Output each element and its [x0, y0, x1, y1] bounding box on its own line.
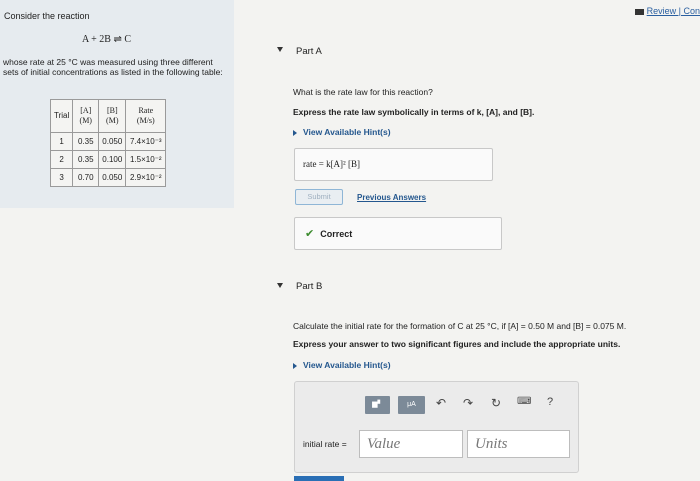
- part-b-question: Calculate the initial rate for the forma…: [293, 321, 627, 331]
- problem-intro: Consider the reaction: [4, 11, 90, 21]
- review-label: Review | Con: [646, 6, 700, 16]
- cell-a: 0.70: [72, 168, 100, 187]
- units-button[interactable]: μA: [398, 396, 425, 414]
- part-a-title[interactable]: Part A: [296, 46, 322, 57]
- part-b-instruction: Express your answer to two significant f…: [293, 339, 621, 349]
- undo-icon[interactable]: ↶: [436, 396, 446, 410]
- table-row: 3 0.70 0.050 2.9×10⁻²: [49, 168, 167, 187]
- help-icon[interactable]: ?: [547, 396, 553, 408]
- cell-b: 0.100: [98, 150, 127, 169]
- header-b: [B] (M): [98, 99, 127, 133]
- value-input[interactable]: Value: [359, 430, 463, 458]
- cell-a: 0.35: [72, 132, 100, 151]
- feedback-box: ✔ Correct: [294, 217, 502, 250]
- review-link[interactable]: Review | Con: [634, 6, 700, 16]
- table-row: 1 0.35 0.050 7.4×10⁻³: [49, 132, 167, 151]
- collapse-part-a-icon[interactable]: [277, 47, 283, 52]
- header-rate: Rate (M/s): [125, 99, 167, 133]
- review-icon: [634, 8, 644, 15]
- templates-button[interactable]: ▆▘: [365, 396, 390, 414]
- hint-label: View Available Hint(s): [303, 360, 391, 370]
- cell-b: 0.050: [98, 132, 127, 151]
- expand-hint-icon: [293, 129, 297, 136]
- collapse-part-b-icon[interactable]: [277, 283, 283, 288]
- hint-label: View Available Hint(s): [303, 127, 391, 137]
- part-a-instruction: Express the rate law symbolically in ter…: [293, 107, 535, 117]
- part-a-question: What is the rate law for this reaction?: [293, 87, 433, 97]
- cell-rate: 7.4×10⁻³: [125, 132, 167, 151]
- cell-trial: 1: [49, 132, 74, 151]
- header-trial: Trial: [49, 99, 74, 133]
- reset-icon[interactable]: ↻: [491, 396, 501, 410]
- part-a-answer: rate = k[A]² [B]: [303, 159, 361, 169]
- part-a-answer-box: rate = k[A]² [B]: [294, 148, 493, 181]
- cell-trial: 2: [49, 150, 74, 169]
- cell-trial: 3: [49, 168, 74, 187]
- cell-rate: 1.5×10⁻²: [125, 150, 167, 169]
- expand-hint-icon: [293, 362, 297, 369]
- previous-answers-link[interactable]: Previous Answers: [357, 193, 426, 202]
- problem-description: whose rate at 25 °C was measured using t…: [3, 57, 223, 77]
- part-a-hints-link[interactable]: View Available Hint(s): [293, 127, 391, 137]
- submit-button[interactable]: Submit: [295, 189, 343, 205]
- checkmark-icon: ✔: [305, 228, 315, 240]
- header-a: [A] (M): [72, 99, 100, 133]
- cell-rate: 2.9×10⁻²: [125, 168, 167, 187]
- initial-rate-label: initial rate =: [303, 439, 347, 449]
- answer-workspace: ▆▘ μA ↶ ↷ ↻ ⌨ ? initial rate = Value Uni…: [294, 381, 579, 473]
- submit-button-part-b[interactable]: [294, 476, 344, 481]
- reaction-equation: A + 2B ⇌ C: [82, 34, 132, 45]
- table-row: 2 0.35 0.100 1.5×10⁻²: [49, 150, 167, 169]
- cell-a: 0.35: [72, 150, 100, 169]
- correct-label: Correct: [320, 229, 353, 239]
- cell-b: 0.050: [98, 168, 127, 187]
- redo-icon[interactable]: ↷: [463, 396, 473, 410]
- part-b-hints-link[interactable]: View Available Hint(s): [293, 360, 391, 370]
- trial-data-table: Trial [A] (M) [B] (M) Rate (M/s) 1 0.35 …: [49, 99, 167, 187]
- part-b-title[interactable]: Part B: [296, 281, 322, 292]
- units-input[interactable]: Units: [467, 430, 570, 458]
- keyboard-icon[interactable]: ⌨: [517, 396, 531, 407]
